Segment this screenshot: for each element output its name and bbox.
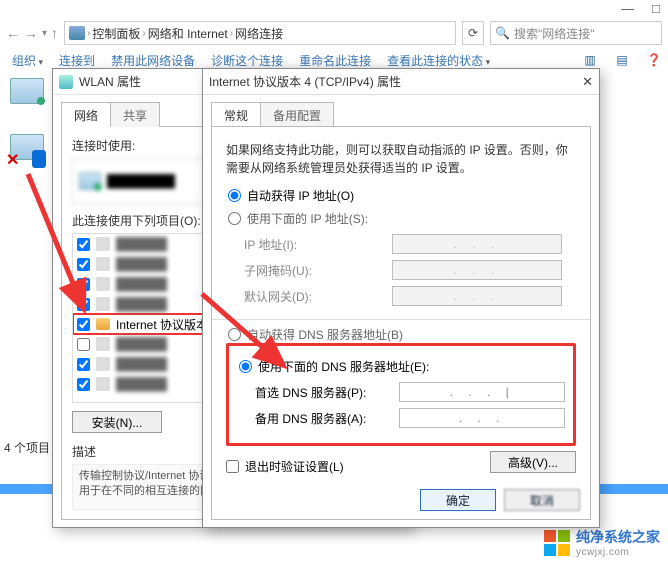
refresh-button[interactable]: ⟳: [462, 21, 484, 45]
watermark-url: ycwjxj.com: [576, 547, 660, 558]
item-checkbox[interactable]: [77, 258, 90, 271]
help-button[interactable]: ❓: [646, 52, 662, 68]
chevron-right-icon: ›: [87, 28, 90, 39]
crumb-control-panel[interactable]: 控制面板: [92, 25, 140, 42]
dns-manual-block: 使用下面的 DNS 服务器地址(E): 首选 DNS 服务器(P): . . . …: [226, 343, 576, 446]
tab-share[interactable]: 共享: [110, 102, 160, 127]
validate-checkbox[interactable]: [226, 460, 239, 473]
alternate-dns-input[interactable]: . . .: [399, 408, 565, 428]
search-input[interactable]: 🔍 搜索"网络连接": [490, 21, 662, 45]
bluetooth-icon: [32, 150, 46, 168]
maximize-button[interactable]: □: [652, 0, 660, 18]
ip-fields: IP 地址(I): . . . 子网掩码(U): . . . 默认网关(D): . .…: [244, 231, 576, 309]
radio-label: 自动获得 IP 地址(O): [247, 187, 354, 204]
ip-address-input: . . .: [392, 234, 562, 254]
validate-label: 退出时验证设置(L): [245, 458, 344, 475]
radio-input[interactable]: [228, 212, 241, 225]
preferred-dns-label: 首选 DNS 服务器(P):: [255, 384, 391, 401]
radio-auto-dns[interactable]: 自动获得 DNS 服务器地址(B): [228, 326, 576, 343]
explorer-window: — □ ← → ▾ ↑ › 控制面板 › 网络和 Internet › 网络连接…: [0, 0, 668, 70]
disabled-x-icon: ✕: [6, 150, 19, 170]
watermark-logo: [544, 530, 570, 556]
back-button[interactable]: ←: [6, 25, 20, 41]
intro-text: 如果网络支持此功能，则可以获取自动指派的 IP 设置。否则，你需要从网络系统管理…: [226, 141, 576, 177]
radio-input[interactable]: [228, 189, 241, 202]
separator: [212, 319, 590, 320]
radio-input[interactable]: [239, 360, 252, 373]
gateway-input: . . .: [392, 286, 562, 306]
radio-auto-ip[interactable]: 自动获得 IP 地址(O): [228, 187, 576, 204]
cancel-button[interactable]: 取消: [504, 489, 580, 511]
adapter-list: [10, 78, 44, 160]
advanced-button[interactable]: 高级(V)...: [490, 451, 576, 473]
forward-button[interactable]: →: [24, 25, 38, 41]
search-placeholder: 搜索"网络连接": [514, 25, 595, 42]
subnet-mask-label: 子网掩码(U):: [244, 262, 384, 279]
radio-label: 使用下面的 IP 地址(S):: [247, 210, 368, 227]
disable-device-button[interactable]: 禁用此网络设备: [111, 52, 195, 69]
ipv4-tabs: 常规 备用配置: [211, 101, 599, 126]
item-checkbox[interactable]: [77, 278, 90, 291]
watermark: 纯净系统之家 ycwjxj.com: [544, 527, 660, 558]
item-checkbox[interactable]: [77, 238, 90, 251]
crumb-network-connections[interactable]: 网络连接: [235, 25, 283, 42]
dialog-buttons: 确定 取消: [420, 489, 580, 511]
diagnose-button[interactable]: 诊断这个连接: [211, 52, 283, 69]
ipv4-title: Internet 协议版本 4 (TCP/IPv4) 属性: [209, 73, 576, 90]
crumb-network-and-internet[interactable]: 网络和 Internet: [148, 25, 228, 42]
radio-label: 自动获得 DNS 服务器地址(B): [247, 326, 403, 343]
install-button[interactable]: 安装(N)...: [72, 411, 162, 433]
nav-buttons: ← → ▾ ↑: [6, 25, 58, 41]
item-checkbox[interactable]: [77, 338, 90, 351]
radio-label: 使用下面的 DNS 服务器地址(E):: [258, 358, 429, 375]
tab-alternate[interactable]: 备用配置: [260, 102, 334, 127]
connect-to-button[interactable]: 连接到: [59, 52, 95, 69]
item-checkbox[interactable]: [77, 318, 90, 331]
ipv4-body: 如果网络支持此功能，则可以获取自动指派的 IP 设置。否则，你需要从网络系统管理…: [211, 126, 591, 520]
radio-manual-dns[interactable]: 使用下面的 DNS 服务器地址(E):: [239, 358, 565, 375]
up-button[interactable]: ↑: [51, 25, 58, 41]
tab-general[interactable]: 常规: [211, 102, 261, 127]
organize-menu[interactable]: 组织: [12, 52, 43, 69]
ok-button[interactable]: 确定: [420, 489, 496, 511]
rename-button[interactable]: 重命名此连接: [299, 52, 371, 69]
subnet-mask-input: . . .: [392, 260, 562, 280]
adapter-icon[interactable]: [10, 78, 44, 104]
breadcrumb[interactable]: › 控制面板 › 网络和 Internet › 网络连接: [64, 21, 456, 45]
ipv4-properties-dialog: Internet 协议版本 4 (TCP/IPv4) 属性 ✕ 常规 备用配置 …: [202, 68, 600, 528]
status-bar-item-count: 4 个项目: [4, 439, 50, 456]
network-icon: [69, 26, 85, 40]
item-checkbox[interactable]: [77, 358, 90, 371]
preview-pane-button[interactable]: ▤: [614, 52, 630, 68]
minimize-button[interactable]: —: [621, 0, 634, 18]
window-controls: — □: [0, 0, 668, 18]
search-icon: 🔍: [495, 26, 510, 40]
recent-dropdown[interactable]: ▾: [42, 28, 47, 39]
watermark-name: 纯净系统之家: [576, 527, 660, 547]
close-icon[interactable]: ✕: [582, 74, 593, 90]
item-checkbox[interactable]: [77, 298, 90, 311]
view-options-button[interactable]: ▥: [582, 52, 598, 68]
ip-address-label: IP 地址(I):: [244, 236, 384, 253]
chevron-right-icon: ›: [230, 28, 233, 39]
tab-network[interactable]: 网络: [61, 102, 111, 127]
dns-fields: 首选 DNS 服务器(P): . . . | 备用 DNS 服务器(A): . . …: [255, 379, 565, 431]
ipv4-titlebar[interactable]: Internet 协议版本 4 (TCP/IPv4) 属性 ✕: [203, 69, 599, 95]
view-status-button[interactable]: 查看此连接的状态: [387, 52, 490, 69]
preferred-dns-input[interactable]: . . . |: [399, 382, 565, 402]
item-checkbox[interactable]: [77, 378, 90, 391]
gateway-label: 默认网关(D):: [244, 288, 384, 305]
chevron-right-icon: ›: [142, 28, 145, 39]
radio-input[interactable]: [228, 328, 241, 341]
address-bar: ← → ▾ ↑ › 控制面板 › 网络和 Internet › 网络连接 ⟳ 🔍…: [6, 20, 662, 46]
protocol-icon: [96, 318, 110, 330]
alternate-dns-label: 备用 DNS 服务器(A):: [255, 410, 391, 427]
adapter-icon: [59, 75, 73, 89]
radio-manual-ip[interactable]: 使用下面的 IP 地址(S):: [228, 210, 576, 227]
